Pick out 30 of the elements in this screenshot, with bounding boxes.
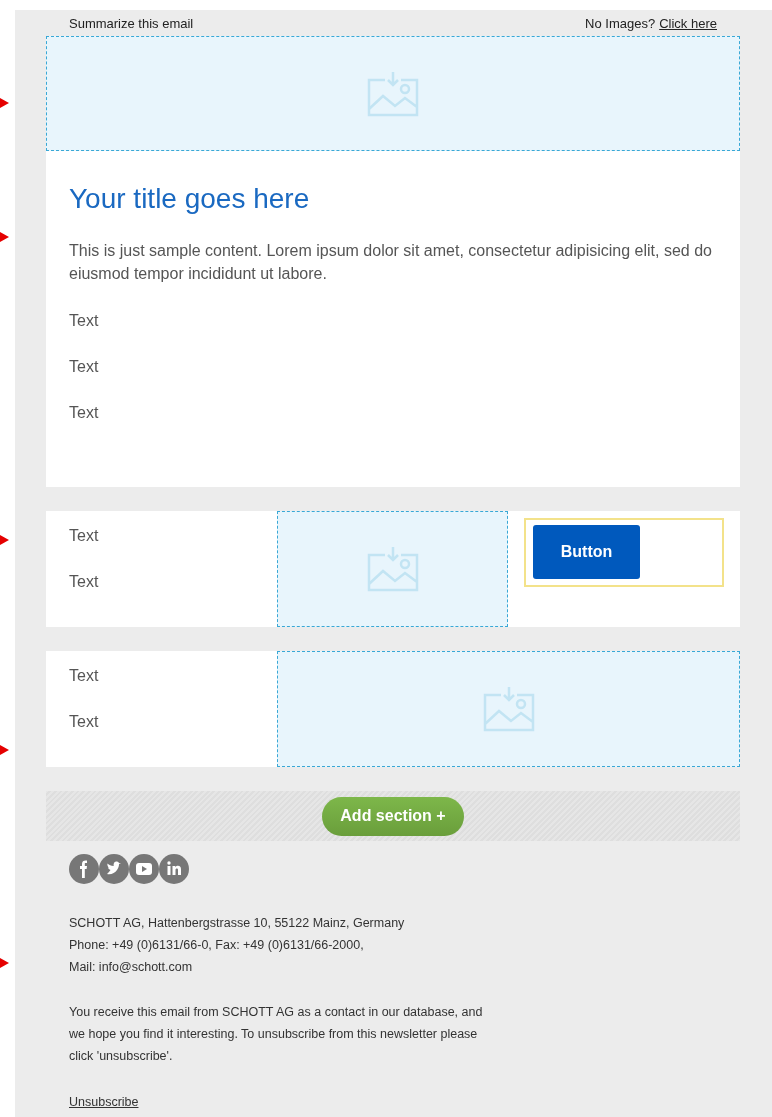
address-line: Phone: +49 (0)6131/66-0, Fax: +49 (0)6131/66-2000, bbox=[69, 937, 365, 954]
click-here-link[interactable]: Click here bbox=[659, 16, 717, 36]
linkedin-icon[interactable] bbox=[159, 854, 189, 884]
section-marker-icon bbox=[0, 98, 9, 108]
summarize-link[interactable]: Summarize this email bbox=[69, 16, 194, 36]
title-heading: Your title goes here bbox=[69, 182, 311, 216]
address-line: Mail: info@schott.com bbox=[69, 959, 194, 976]
section-marker-icon bbox=[0, 745, 9, 755]
unsubscribe-link[interactable]: Unsubscribe bbox=[69, 1091, 139, 1113]
image-placeholder-icon bbox=[366, 546, 419, 592]
body-text: Text bbox=[69, 526, 100, 546]
body-text: Text bbox=[69, 357, 100, 377]
section-marker-icon bbox=[0, 232, 9, 242]
no-images-label: No Images? bbox=[585, 16, 656, 33]
body-paragraph: This is just sample content. Lorem ipsum dolor sit amet, consectetur adipisicing elit, sed do eiusmod tempor incididunt ut labore. bbox=[69, 241, 713, 284]
button[interactable]: Button bbox=[533, 525, 640, 579]
address-line: SCHOTT AG, Hattenbergstrasse 10, 55122 Mainz, Germany bbox=[69, 915, 406, 932]
facebook-icon[interactable] bbox=[69, 854, 99, 884]
disclaimer-text: You receive this email from SCHOTT AG as a contact in our database, and we hope you find it interesting. To unsubscribe from this newsletter please click 'unsubscribe'. bbox=[69, 1004, 484, 1065]
body-text: Text bbox=[69, 311, 100, 331]
section-marker-icon bbox=[0, 958, 9, 968]
section-marker-icon bbox=[0, 535, 9, 545]
twitter-icon[interactable] bbox=[99, 854, 129, 884]
body-text: Text bbox=[69, 712, 100, 732]
image-placeholder-icon bbox=[367, 70, 419, 117]
body-text: Text bbox=[69, 403, 100, 423]
image-placeholder-icon bbox=[482, 686, 535, 732]
body-text: Text bbox=[69, 666, 100, 686]
youtube-icon[interactable] bbox=[129, 854, 159, 884]
body-text: Text bbox=[69, 572, 100, 592]
